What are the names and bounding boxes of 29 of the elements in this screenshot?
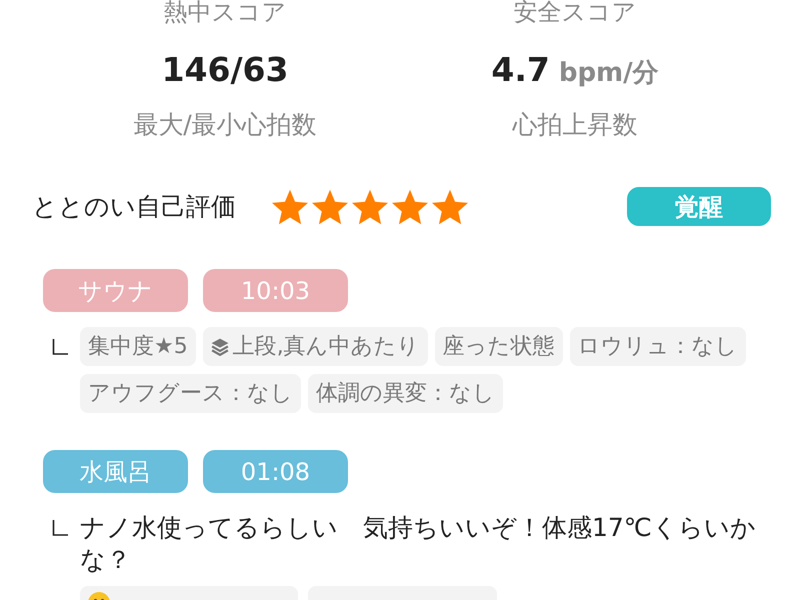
session-type-tag: サウナ bbox=[43, 269, 188, 312]
corner-line-icon bbox=[52, 338, 68, 354]
duration-tag: 01:08 bbox=[203, 450, 348, 493]
tag-text: ロウリュ：なし bbox=[578, 332, 738, 360]
score-label: 安全スコア bbox=[514, 0, 636, 24]
comment-text: ナノ水使ってるらしい 気持ちいいぞ！体感17℃くらいかな？ bbox=[80, 512, 757, 576]
star-icon bbox=[352, 188, 388, 224]
star-icon bbox=[432, 188, 468, 224]
stat-value: 146/63 bbox=[162, 49, 288, 91]
tag-text: 集中度★5 bbox=[88, 332, 188, 360]
session-type-tag: 水風呂 bbox=[43, 450, 188, 493]
emoji-icon bbox=[88, 592, 110, 600]
tag-text: 座った状態 bbox=[442, 332, 555, 360]
stat-label: 心拍上昇数 bbox=[512, 110, 638, 140]
stat-value: 4.7 bbox=[491, 49, 550, 91]
rating-label: ととのい自己評価 bbox=[32, 192, 236, 222]
star-icon bbox=[392, 188, 428, 224]
corner-line-icon bbox=[52, 520, 68, 536]
tag-text: 上段,真ん中あたり bbox=[232, 332, 420, 360]
star-icon bbox=[272, 188, 308, 224]
tag-text: アウフグース：なし bbox=[88, 380, 293, 408]
duration-tag: 10:03 bbox=[203, 269, 348, 312]
tag-text: 体調の異変：なし bbox=[316, 380, 495, 408]
mood-tag: 覚醒 bbox=[627, 187, 771, 226]
stat-unit: bpm/分 bbox=[558, 57, 659, 90]
score-label: 熱中スコア bbox=[164, 0, 286, 24]
star-icon bbox=[312, 188, 348, 224]
layers-icon bbox=[210, 338, 229, 356]
stat-label: 最大/最小心拍数 bbox=[133, 110, 317, 140]
